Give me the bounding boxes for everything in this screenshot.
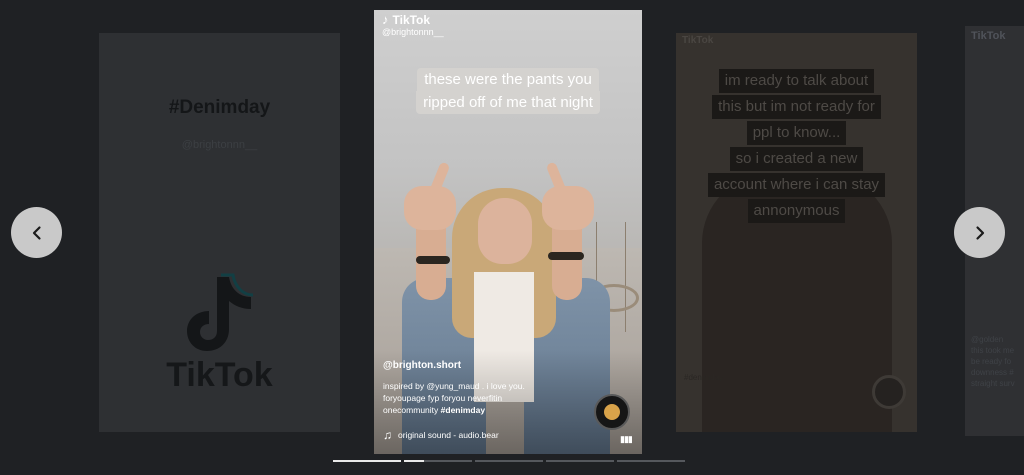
progress-segment bbox=[404, 460, 472, 462]
video-sound[interactable]: ♫ original sound - audio.bear bbox=[383, 428, 499, 442]
video-caption-line: ripped off of me that night bbox=[416, 91, 600, 114]
progress-fill bbox=[404, 460, 425, 462]
next-story-caption-line: account where i can stay bbox=[707, 173, 886, 197]
progress-segment bbox=[475, 460, 543, 462]
previous-story-card[interactable]: #Denimday @brightonnn__ TikTok bbox=[99, 33, 340, 432]
next-button[interactable] bbox=[954, 207, 1005, 258]
video-caption: these were the pants you ripped off of m… bbox=[374, 68, 642, 114]
video-description: inspired by @yung_maud . i love you. for… bbox=[383, 380, 583, 416]
next-story-caption: im ready to talk about this but im not r… bbox=[676, 69, 917, 225]
video-description-line: foryoupage fyp foryou neverfitin bbox=[383, 393, 503, 403]
music-note-icon: ♫ bbox=[383, 428, 392, 442]
previous-button[interactable] bbox=[11, 207, 62, 258]
video-person-hand bbox=[542, 186, 594, 230]
video-person-face bbox=[478, 198, 532, 264]
progress-segment bbox=[546, 460, 614, 462]
main-video[interactable]: ♪ TikTok @brightonnn__ these were the pa… bbox=[374, 10, 642, 454]
video-sound-label: original sound - audio.bear bbox=[398, 430, 499, 440]
progress-segment bbox=[617, 460, 685, 462]
next-story-caption-line: annonymous bbox=[747, 199, 846, 223]
video-author[interactable]: @brighton.short bbox=[383, 360, 461, 371]
next-story-disc-icon bbox=[872, 375, 906, 409]
upcoming-story-watermark: TikTok bbox=[971, 30, 1006, 42]
chevron-left-icon bbox=[32, 225, 41, 240]
video-watermark-handle: @brightonnn__ bbox=[382, 27, 444, 37]
next-story-caption-line: this but im not ready for bbox=[712, 95, 881, 119]
video-person-bracelet bbox=[548, 252, 584, 260]
spinning-disc-icon[interactable] bbox=[594, 394, 630, 430]
video-person-bracelet bbox=[416, 256, 450, 264]
next-story-caption-line: ppl to know... bbox=[746, 121, 847, 145]
next-story-card[interactable]: TikTok im ready to talk about this but i… bbox=[676, 33, 917, 432]
previous-story-handle: @brightonnn__ bbox=[181, 139, 258, 151]
upcoming-story-handle: @golden this took me be ready fo downnes… bbox=[971, 335, 1015, 388]
story-progress bbox=[333, 460, 685, 462]
video-caption-line: these were the pants you bbox=[417, 68, 599, 91]
disc-artwork bbox=[604, 404, 620, 420]
video-watermark-text: TikTok bbox=[392, 12, 431, 27]
next-story-watermark: TikTok bbox=[682, 35, 714, 46]
story-viewer: #Denimday @brightonnn__ TikTok TikTok im… bbox=[0, 0, 1024, 475]
next-story-hashtag: #denimday bbox=[684, 373, 724, 382]
video-description-line: inspired by @yung_maud . i love you. bbox=[383, 381, 525, 391]
video-hashtag-link[interactable]: #denimday bbox=[441, 405, 485, 415]
audio-bars-icon: ▮▮▮ bbox=[620, 434, 633, 444]
progress-fill bbox=[333, 460, 401, 462]
previous-story-logo-text: TikTok bbox=[166, 356, 273, 394]
tiktok-logo-icon: ♪ bbox=[382, 12, 389, 27]
video-watermark: ♪ TikTok bbox=[382, 12, 430, 27]
progress-segment bbox=[333, 460, 401, 462]
chevron-right-icon bbox=[975, 225, 984, 240]
previous-story-hashtag: #Denimday bbox=[168, 97, 271, 118]
video-description-line: onecommunity bbox=[383, 405, 439, 415]
tiktok-logo-icon bbox=[187, 273, 253, 351]
next-story-caption-line: so i created a new bbox=[729, 147, 864, 171]
next-story-caption-line: im ready to talk about bbox=[718, 69, 875, 93]
